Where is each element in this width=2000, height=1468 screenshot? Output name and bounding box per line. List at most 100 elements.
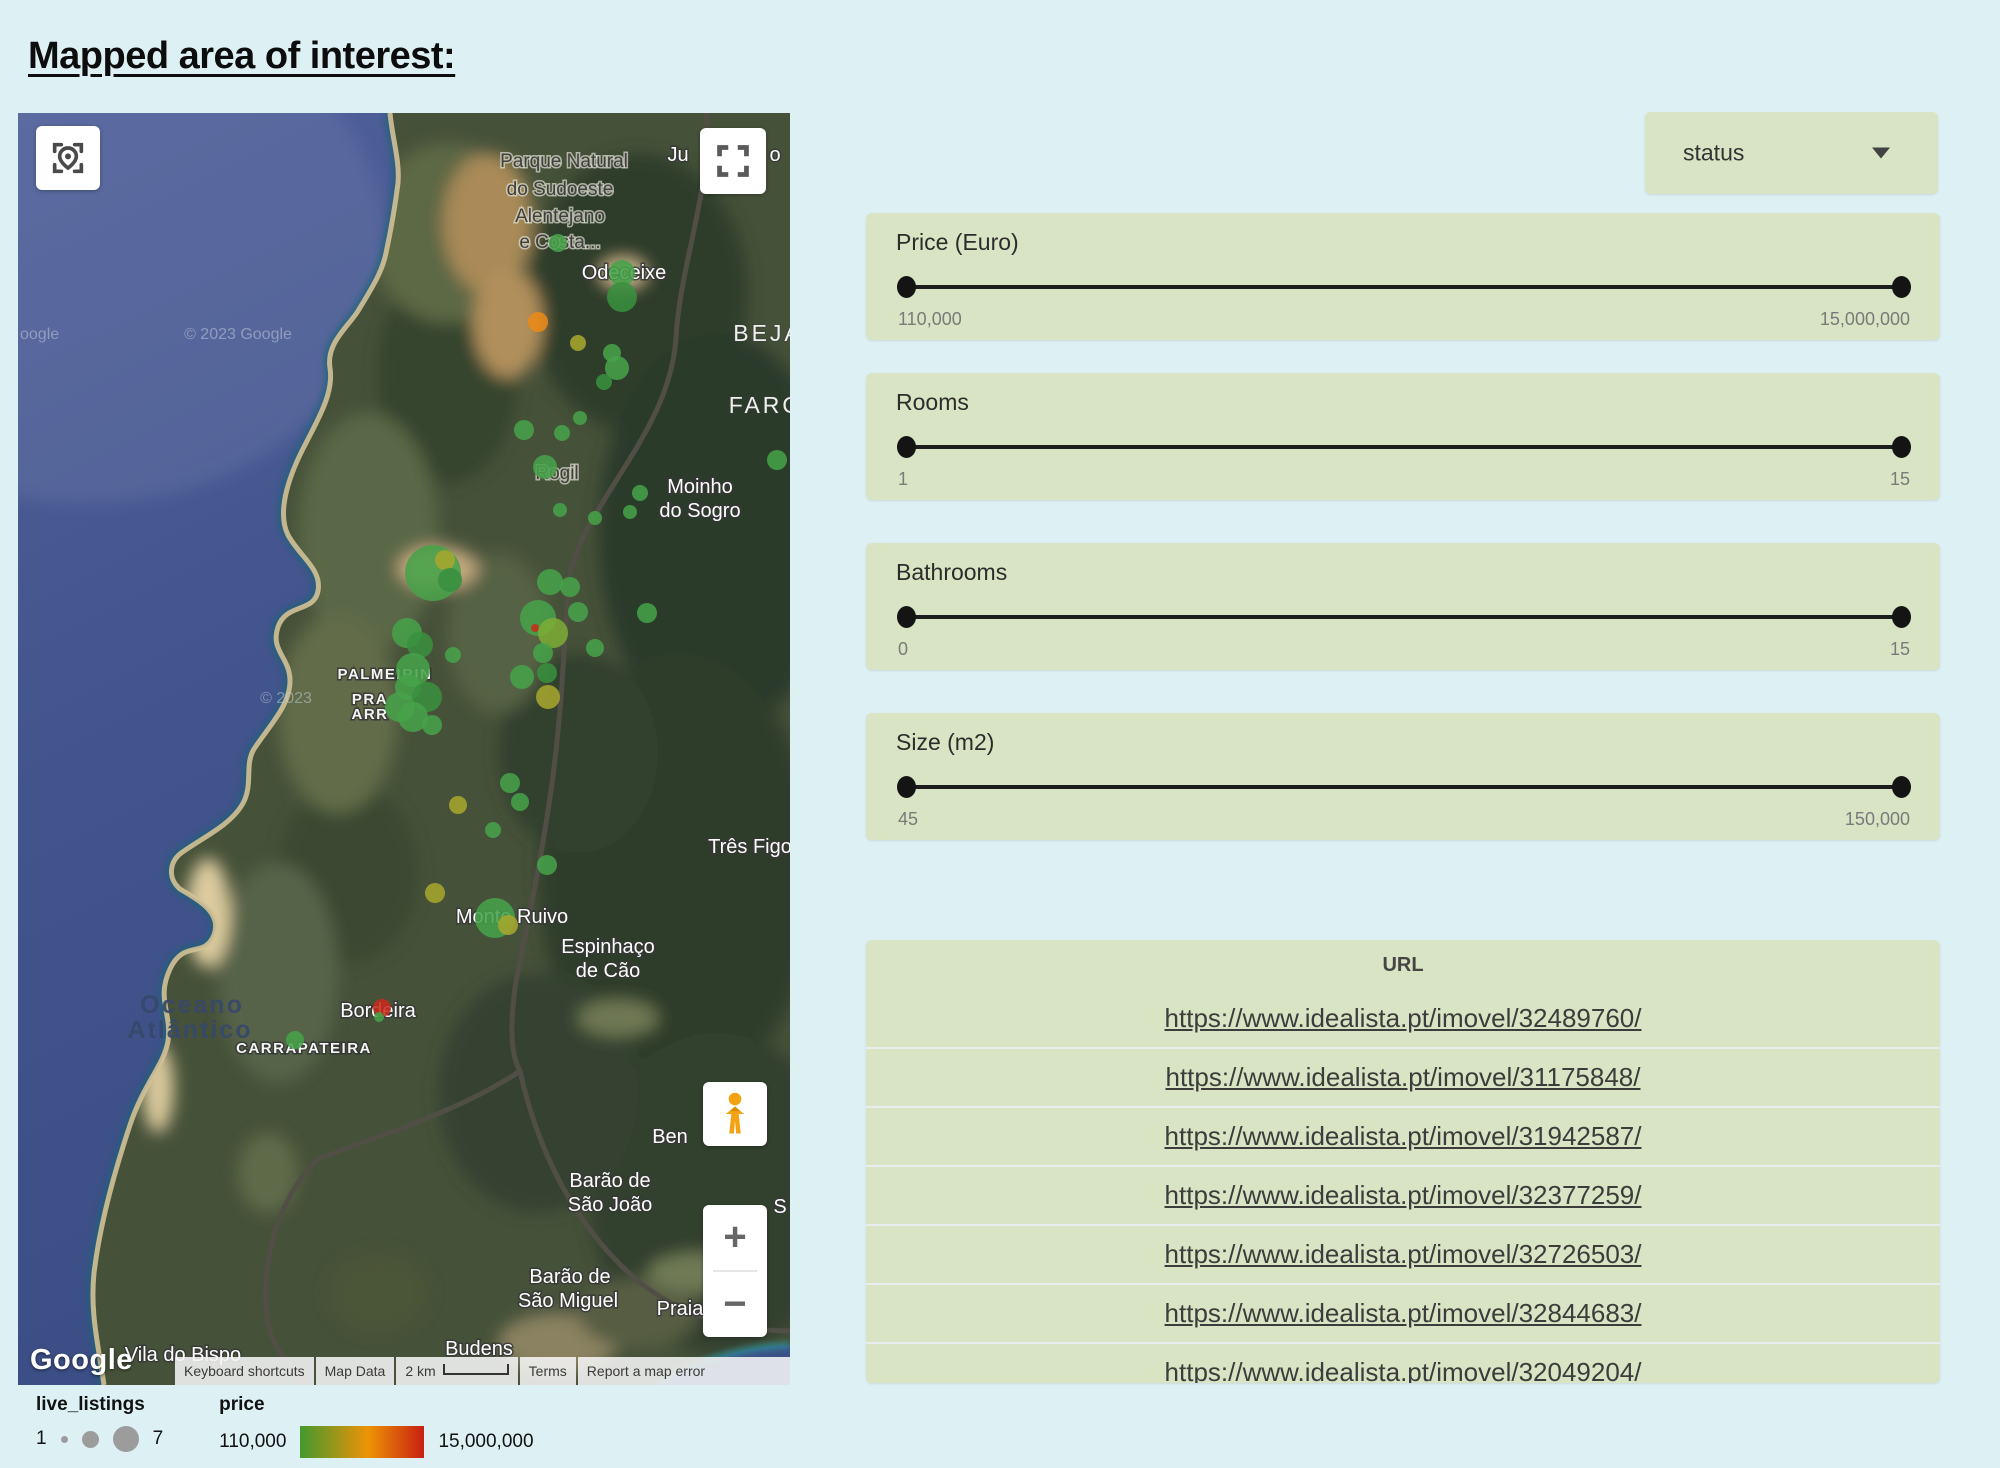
map-label: BEJA bbox=[733, 320, 790, 346]
listing-dot[interactable] bbox=[422, 715, 442, 735]
locate-pin-icon bbox=[48, 138, 88, 178]
listing-dot[interactable] bbox=[435, 550, 455, 570]
rooms-slider-max-handle[interactable] bbox=[1892, 436, 1911, 458]
terms-link[interactable]: Terms bbox=[520, 1357, 576, 1385]
dashboard: Mapped area of interest: bbox=[0, 0, 2000, 1468]
listing-dot[interactable] bbox=[498, 915, 518, 935]
listing-dot[interactable] bbox=[537, 663, 557, 683]
listing-dot[interactable] bbox=[553, 503, 567, 517]
url-link[interactable]: https://www.idealista.pt/imovel/32844683… bbox=[1165, 1298, 1642, 1329]
table-row: https://www.idealista.pt/imovel/32377259… bbox=[866, 1165, 1940, 1224]
listing-dot[interactable] bbox=[573, 411, 587, 425]
bathrooms-filter-label: Bathrooms bbox=[896, 559, 1007, 586]
listing-dot[interactable] bbox=[586, 639, 604, 657]
url-link[interactable]: https://www.idealista.pt/imovel/31175848… bbox=[1165, 1062, 1640, 1093]
listing-dot[interactable] bbox=[445, 647, 461, 663]
map-label: Moinho bbox=[667, 476, 733, 498]
pegman-button[interactable] bbox=[703, 1082, 767, 1146]
status-dropdown-label: status bbox=[1683, 140, 1744, 167]
price-slider-min-handle[interactable] bbox=[897, 276, 916, 298]
map-label: São Miguel bbox=[518, 1290, 618, 1312]
listing-dot[interactable] bbox=[623, 505, 637, 519]
listing-dot[interactable] bbox=[607, 282, 637, 312]
listing-dot[interactable] bbox=[568, 602, 588, 622]
price-filter-label: Price (Euro) bbox=[896, 229, 1019, 256]
listing-dot[interactable] bbox=[596, 374, 612, 390]
listing-dot[interactable] bbox=[637, 603, 657, 623]
bathrooms-slider-min-handle[interactable] bbox=[897, 606, 916, 628]
rooms-max-value: 15 bbox=[1890, 469, 1910, 490]
size-legend-title: live_listings bbox=[36, 1394, 163, 1416]
rooms-filter-card: Rooms 1 15 bbox=[866, 373, 1940, 500]
map-label: Ben bbox=[652, 1126, 688, 1148]
listing-dot[interactable] bbox=[537, 569, 563, 595]
listing-dot[interactable] bbox=[425, 883, 445, 903]
listing-dot[interactable] bbox=[632, 485, 648, 501]
size-legend: live_listings 1 7 bbox=[36, 1394, 163, 1458]
size-slider-min-handle[interactable] bbox=[897, 776, 916, 798]
report-map-error-link[interactable]: Report a map error bbox=[578, 1357, 790, 1385]
listing-dot[interactable] bbox=[549, 234, 567, 252]
zoom-out-button[interactable]: − bbox=[703, 1272, 767, 1337]
listing-dot[interactable] bbox=[554, 425, 570, 441]
satellite-map: Parque Naturaldo SudoesteAlentejanoe Cos… bbox=[18, 113, 790, 1385]
map-label: Três Figo bbox=[708, 836, 790, 858]
listing-dot[interactable] bbox=[500, 773, 520, 793]
locate-button[interactable] bbox=[36, 126, 100, 190]
map-label: © 2023 Google bbox=[184, 326, 292, 343]
listing-dot[interactable] bbox=[449, 796, 467, 814]
listing-dot[interactable] bbox=[286, 1031, 304, 1049]
map-label: Oceano bbox=[140, 991, 244, 1019]
listing-dot[interactable] bbox=[588, 511, 602, 525]
rooms-range-slider[interactable] bbox=[906, 445, 1902, 449]
bathrooms-max-value: 15 bbox=[1890, 639, 1910, 660]
size-legend-min: 1 bbox=[36, 1428, 47, 1450]
listing-dot[interactable] bbox=[560, 577, 580, 597]
map[interactable]: Parque Naturaldo SudoesteAlentejanoe Cos… bbox=[18, 113, 790, 1385]
listing-dot[interactable] bbox=[511, 793, 529, 811]
size-legend-max: 7 bbox=[153, 1428, 164, 1450]
color-legend-min: 110,000 bbox=[219, 1431, 286, 1453]
bathrooms-slider-max-handle[interactable] bbox=[1892, 606, 1911, 628]
fullscreen-button[interactable] bbox=[700, 128, 766, 194]
listing-dot[interactable] bbox=[536, 685, 560, 709]
listing-dot[interactable] bbox=[531, 624, 539, 632]
fullscreen-icon bbox=[714, 142, 752, 180]
listing-dot[interactable] bbox=[528, 312, 548, 332]
url-link[interactable]: https://www.idealista.pt/imovel/32489760… bbox=[1165, 1003, 1642, 1034]
listing-dot[interactable] bbox=[374, 1012, 384, 1022]
url-link[interactable]: https://www.idealista.pt/imovel/32049204… bbox=[1165, 1357, 1642, 1383]
listing-dot[interactable] bbox=[485, 822, 501, 838]
status-dropdown[interactable]: status bbox=[1645, 112, 1938, 194]
map-label: FARO bbox=[729, 392, 790, 418]
map-label: Parque Natural bbox=[500, 151, 628, 172]
listing-dot[interactable] bbox=[533, 455, 557, 479]
bathrooms-range-slider[interactable] bbox=[906, 615, 1902, 619]
size-range-slider[interactable] bbox=[906, 785, 1902, 789]
price-slider-max-handle[interactable] bbox=[1892, 276, 1911, 298]
url-link[interactable]: https://www.idealista.pt/imovel/32726503… bbox=[1165, 1239, 1642, 1270]
listing-dot[interactable] bbox=[570, 335, 586, 351]
price-range-slider[interactable] bbox=[906, 285, 1902, 289]
url-link[interactable]: https://www.idealista.pt/imovel/31942587… bbox=[1165, 1121, 1642, 1152]
listing-dot[interactable] bbox=[537, 855, 557, 875]
page-title: Mapped area of interest: bbox=[28, 35, 455, 78]
listing-dot[interactable] bbox=[438, 568, 462, 592]
color-legend: price 110,000 15,000,000 bbox=[219, 1394, 533, 1458]
keyboard-shortcuts-link[interactable]: Keyboard shortcuts bbox=[175, 1357, 314, 1385]
size-slider-max-handle[interactable] bbox=[1892, 776, 1911, 798]
listing-dot[interactable] bbox=[533, 643, 553, 663]
google-logo[interactable]: Google bbox=[30, 1344, 133, 1377]
url-link[interactable]: https://www.idealista.pt/imovel/32377259… bbox=[1165, 1180, 1642, 1211]
listing-dot[interactable] bbox=[514, 420, 534, 440]
zoom-in-button[interactable]: + bbox=[703, 1205, 767, 1270]
rooms-filter-label: Rooms bbox=[896, 389, 969, 416]
map-label: Espinhaço bbox=[561, 936, 654, 958]
listing-dot[interactable] bbox=[510, 665, 534, 689]
map-label: Barão de bbox=[529, 1266, 610, 1288]
small-dot-icon bbox=[61, 1436, 68, 1443]
scale-bar bbox=[443, 1364, 509, 1375]
rooms-slider-min-handle[interactable] bbox=[897, 436, 916, 458]
listing-dot[interactable] bbox=[767, 450, 787, 470]
map-label: ARR bbox=[352, 706, 389, 723]
